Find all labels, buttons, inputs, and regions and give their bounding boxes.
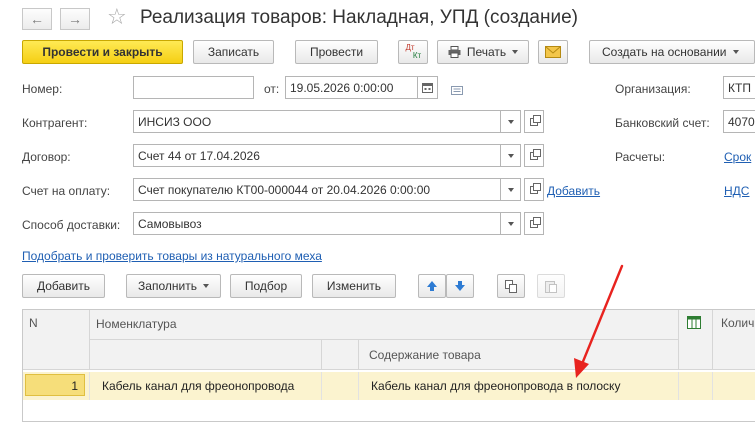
- row-number-cell[interactable]: 1: [25, 374, 85, 396]
- forward-button[interactable]: →: [60, 8, 90, 30]
- copy-button[interactable]: [497, 274, 525, 298]
- pick-button[interactable]: Подбор: [230, 274, 302, 298]
- number-label: Номер:: [22, 82, 63, 96]
- delivery-method-open-button[interactable]: [524, 212, 544, 235]
- row-nomenclature-cell[interactable]: Кабель канал для фреонопровода: [90, 372, 322, 400]
- post-and-close-button[interactable]: Провести и закрыть: [22, 40, 183, 64]
- number-input[interactable]: [133, 76, 254, 99]
- arrow-left-icon: ←: [30, 11, 44, 27]
- row-quantity-cell[interactable]: [713, 372, 755, 400]
- fur-goods-link[interactable]: Подобрать и проверить товары из натураль…: [22, 249, 322, 263]
- invoice-input[interactable]: Счет покупателю КТ00-000044 от 20.04.202…: [133, 178, 501, 201]
- bank-account-label: Банковский счет:: [615, 116, 710, 130]
- arrow-up-icon: [427, 281, 437, 291]
- invoice-add-link[interactable]: Добавить: [547, 184, 600, 198]
- contract-input[interactable]: Счет 44 от 17.04.2026: [133, 144, 501, 167]
- column-header-quantity[interactable]: Колич: [713, 310, 755, 370]
- paste-icon: [545, 280, 557, 293]
- delivery-method-input[interactable]: Самовывоз: [133, 212, 501, 235]
- printer-icon: [448, 46, 461, 58]
- organization-input[interactable]: КТП: [723, 76, 755, 99]
- delivery-method-dropdown-button[interactable]: [501, 212, 521, 235]
- calendar-button[interactable]: [418, 76, 438, 99]
- open-form-icon: [530, 148, 541, 160]
- column-header-empty: [90, 340, 322, 370]
- kt-label: Кт: [412, 51, 422, 60]
- window-title: Реализация товаров: Накладная, УПД (созд…: [140, 7, 578, 28]
- invoice-dropdown-button[interactable]: [501, 178, 521, 201]
- email-button[interactable]: [538, 40, 568, 64]
- counterparty-input[interactable]: ИНСИЗ ООО: [133, 110, 501, 133]
- move-down-button[interactable]: [446, 274, 474, 298]
- create-based-on-label: Создать на основании: [602, 45, 727, 59]
- row-marking-cell[interactable]: [679, 372, 713, 400]
- settlements-link[interactable]: Срок: [724, 150, 751, 164]
- vat-link[interactable]: НДС: [724, 184, 749, 198]
- fill-button[interactable]: Заполнить: [126, 274, 221, 298]
- column-header-spacer: [322, 340, 359, 370]
- history-icon[interactable]: [451, 84, 463, 98]
- back-button[interactable]: ←: [22, 8, 52, 30]
- column-header-marking[interactable]: [679, 310, 713, 370]
- change-button[interactable]: Изменить: [312, 274, 396, 298]
- table-row[interactable]: 1: [23, 372, 90, 400]
- save-button[interactable]: Записать: [193, 40, 274, 64]
- date-input[interactable]: 19.05.2026 0:00:00: [285, 76, 418, 99]
- row-spacer-cell: [322, 372, 359, 400]
- add-row-button[interactable]: Добавить: [22, 274, 105, 298]
- open-form-icon: [530, 216, 541, 228]
- arrow-right-icon: →: [68, 11, 82, 27]
- post-button[interactable]: Провести: [295, 40, 378, 64]
- move-up-button[interactable]: [418, 274, 446, 298]
- dt-kt-button[interactable]: Дт Кт: [398, 40, 428, 64]
- open-form-icon: [530, 182, 541, 194]
- settlements-label: Расчеты:: [615, 150, 666, 164]
- date-label: от:: [264, 82, 280, 96]
- calendar-icon: [422, 83, 433, 93]
- invoice-label: Счет на оплату:: [22, 184, 111, 198]
- delivery-method-label: Способ доставки:: [22, 218, 121, 232]
- print-button[interactable]: Печать: [437, 40, 529, 64]
- copy-icon: [505, 279, 517, 293]
- annotation-arrow: [574, 264, 624, 378]
- arrow-down-icon: [455, 281, 465, 291]
- print-label: Печать: [466, 45, 507, 59]
- open-form-icon: [530, 114, 541, 126]
- create-based-on-button[interactable]: Создать на основании: [589, 40, 755, 64]
- counterparty-dropdown-button[interactable]: [501, 110, 521, 133]
- spreadsheet-icon: [687, 316, 701, 329]
- contract-label: Договор:: [22, 150, 71, 164]
- counterparty-open-button[interactable]: [524, 110, 544, 133]
- fill-label: Заполнить: [138, 279, 197, 293]
- invoice-open-button[interactable]: [524, 178, 544, 201]
- column-header-n[interactable]: N: [23, 310, 90, 370]
- favorite-star-icon[interactable]: ☆: [107, 4, 127, 30]
- counterparty-label: Контрагент:: [22, 116, 88, 130]
- bank-account-input[interactable]: 4070: [723, 110, 755, 133]
- goods-table: N Номенклатура Содержание товара Колич 1…: [22, 309, 755, 422]
- envelope-icon: [545, 46, 561, 58]
- contract-open-button[interactable]: [524, 144, 544, 167]
- organization-label: Организация:: [615, 82, 691, 96]
- contract-dropdown-button[interactable]: [501, 144, 521, 167]
